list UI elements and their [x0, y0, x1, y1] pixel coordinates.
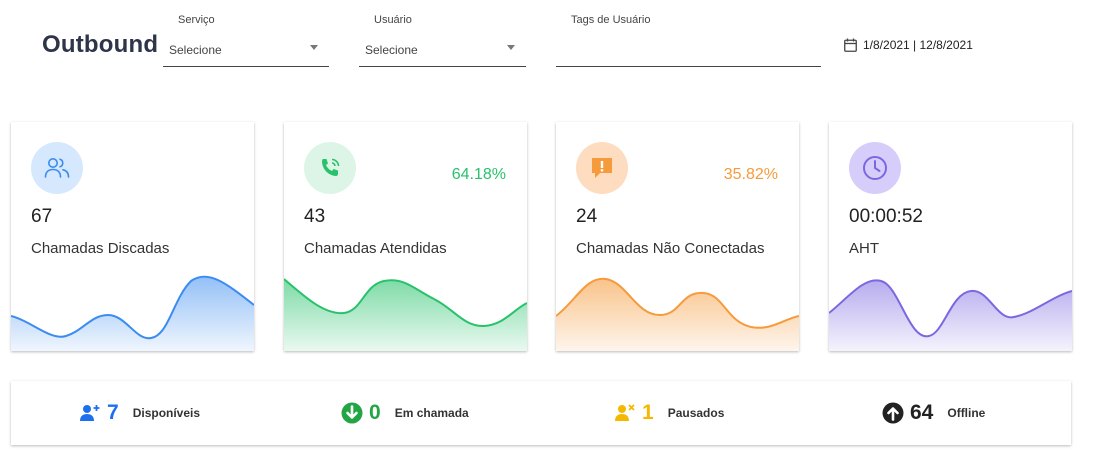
card-chamadas-atendidas: 64.18% 43 Chamadas Atendidas	[284, 122, 527, 351]
arrow-down-circle-icon	[341, 402, 363, 424]
card-chamadas-nao-conectadas: 35.82% 24 Chamadas Não Conectadas	[556, 122, 799, 351]
agent-status-bar: 7 Disponíveis 0 Em chamada 1 Pausados 64…	[11, 381, 1071, 445]
clock-icon	[849, 142, 901, 194]
alert-message-icon	[576, 142, 628, 194]
status-label: Disponíveis	[132, 406, 201, 420]
servico-label: Serviço	[178, 14, 215, 26]
chevron-down-icon[interactable]	[507, 45, 515, 50]
status-label: Em chamada	[394, 406, 469, 420]
status-count: 64	[910, 401, 934, 424]
usuario-label: Usuário	[374, 14, 412, 26]
page-title: Outbound	[42, 31, 159, 58]
card-label: Chamadas Atendidas	[304, 240, 447, 257]
sparkline-chart	[11, 275, 254, 351]
card-percent: 35.82%	[723, 166, 778, 183]
card-label: Chamadas Discadas	[31, 240, 170, 257]
status-count: 1	[642, 401, 654, 424]
date-range-picker[interactable]: 1/8/2021 | 12/8/2021	[844, 38, 973, 52]
usuario-underline	[359, 66, 526, 67]
card-value: 00:00:52	[849, 206, 923, 227]
servico-value[interactable]: Selecione	[169, 43, 222, 57]
card-chamadas-discadas: 67 Chamadas Discadas	[11, 122, 254, 351]
tags-underline	[556, 66, 821, 67]
card-label: Chamadas Não Conectadas	[576, 240, 765, 257]
tags-label: Tags de Usuário	[571, 14, 651, 26]
chevron-down-icon[interactable]	[310, 45, 318, 50]
phone-call-icon	[304, 142, 356, 194]
status-count: 7	[107, 401, 119, 424]
sparkline-chart	[284, 278, 527, 351]
card-value: 24	[576, 206, 598, 227]
card-value: 43	[304, 206, 326, 227]
status-offline[interactable]: 64 Offline	[882, 381, 985, 445]
status-pausados[interactable]: 1 Pausados	[614, 381, 724, 445]
status-disponiveis[interactable]: 7 Disponíveis	[79, 381, 200, 445]
date-range-text: 1/8/2021 | 12/8/2021	[863, 38, 973, 52]
card-value: 67	[31, 206, 53, 227]
usuario-value[interactable]: Selecione	[365, 43, 418, 57]
users-icon	[31, 142, 83, 194]
card-percent: 64.18%	[451, 166, 506, 183]
card-aht: 00:00:52 AHT	[829, 122, 1072, 351]
calendar-icon	[844, 38, 857, 52]
status-count: 0	[369, 401, 381, 424]
sparkline-chart	[556, 277, 799, 351]
status-em-chamada[interactable]: 0 Em chamada	[341, 381, 469, 445]
user-x-icon	[615, 404, 635, 421]
status-label: Offline	[947, 406, 986, 420]
user-plus-icon	[80, 405, 100, 421]
arrow-up-circle-icon	[882, 402, 904, 424]
sparkline-chart	[829, 279, 1072, 351]
status-label: Pausados	[667, 406, 725, 420]
card-label: AHT	[849, 240, 879, 257]
servico-underline	[163, 66, 329, 67]
